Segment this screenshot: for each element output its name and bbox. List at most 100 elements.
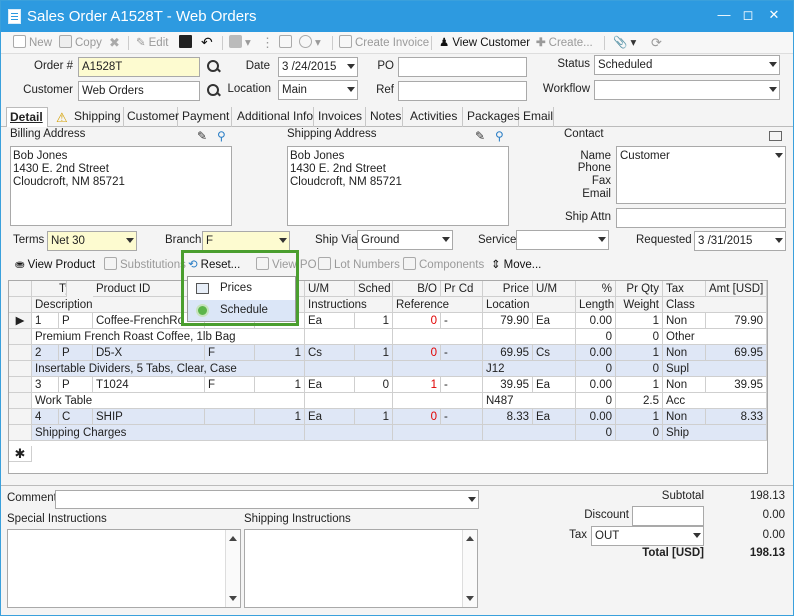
col-sched[interactable]: Sched	[355, 281, 393, 297]
product-id-cell[interactable]: SHIP	[93, 409, 205, 425]
flag-cell[interactable]: F	[205, 345, 255, 361]
minimize-icon[interactable]: —	[715, 6, 733, 24]
weight-cell[interactable]: 0	[616, 329, 663, 345]
menu-item-schedule[interactable]: Schedule	[188, 300, 295, 321]
class-cell[interactable]: Other	[663, 329, 767, 345]
prqty-cell[interactable]: 1	[616, 409, 663, 425]
class-cell[interactable]: Supl	[663, 361, 767, 377]
amount-cell[interactable]: 69.95	[706, 345, 767, 361]
contact-card-icon[interactable]	[769, 131, 782, 141]
location-cell[interactable]: J12	[483, 361, 576, 377]
shipping-address-box[interactable]: Bob Jones 1430 E. 2nd Street Cloudcroft,…	[287, 146, 509, 226]
type-cell[interactable]: P	[59, 377, 93, 393]
ref-field[interactable]	[398, 81, 527, 101]
sched-cell[interactable]: 1	[355, 345, 393, 361]
table-row-detail[interactable]: Insertable Dividers, 5 Tabs, Clear, Case…	[9, 361, 767, 377]
date-field[interactable]: 3 /24/2015	[278, 57, 358, 77]
type-cell[interactable]: P	[59, 313, 93, 329]
scroll-up-icon[interactable]	[229, 536, 237, 541]
col-location[interactable]: Location	[483, 297, 576, 313]
tab-packages[interactable]: Packages	[464, 107, 520, 127]
description-cell[interactable]: Premium French Roast Coffee, 1lb Bag	[32, 329, 305, 345]
tab-invoices[interactable]: Invoices	[315, 107, 366, 127]
tax-cell[interactable]: Non	[663, 313, 706, 329]
close-icon[interactable]: ✕	[765, 6, 783, 24]
col-length[interactable]: Length	[576, 297, 616, 313]
um2-cell[interactable]: Ea	[533, 313, 576, 329]
amount-cell[interactable]: 39.95	[706, 377, 767, 393]
prqty-cell[interactable]: 1	[616, 377, 663, 393]
bo-cell[interactable]: 0	[393, 313, 441, 329]
table-row[interactable]: 4 C SHIP 1 Ea 1 0-8.33 Ea 0.00 1 Non 8.33	[9, 409, 767, 425]
prcd-cell[interactable]: -	[441, 313, 483, 329]
percent-cell[interactable]: 0.00	[576, 409, 616, 425]
delete-icon[interactable]: ✖	[109, 35, 120, 51]
sched-cell[interactable]: 0	[355, 377, 393, 393]
prcd-cell[interactable]: -	[441, 409, 483, 425]
col-type[interactable]: Type	[32, 281, 67, 297]
instructions-cell[interactable]	[305, 425, 393, 441]
location-cell[interactable]	[483, 425, 576, 441]
sched-cell[interactable]: 1	[355, 409, 393, 425]
col-bo[interactable]: B/O	[393, 281, 441, 297]
tab-detail[interactable]: Detail	[6, 107, 48, 127]
um-cell[interactable]: Ea	[305, 313, 355, 329]
lot-numbers-button[interactable]: Lot Numbers	[318, 256, 400, 274]
bo-cell[interactable]: 0	[393, 409, 441, 425]
type-cell[interactable]: C	[59, 409, 93, 425]
amount-cell[interactable]: 79.90	[706, 313, 767, 329]
prcd-cell[interactable]: -	[441, 377, 483, 393]
terms-select[interactable]: Net 30	[47, 231, 137, 251]
tax-cell[interactable]: Non	[663, 345, 706, 361]
description-cell[interactable]: Work Table	[32, 393, 305, 409]
reference-cell[interactable]	[393, 329, 483, 345]
length-cell[interactable]: 0	[576, 361, 616, 377]
copy-button[interactable]: Copy	[59, 35, 102, 51]
tab-shipping[interactable]: ⚠ Shipping	[52, 107, 124, 127]
line-items-grid[interactable]: Type Product ID U/M Sched B/O Pr Cd Pric…	[8, 280, 768, 474]
create-dropdown-button[interactable]: ✚ Create...	[536, 35, 593, 51]
edit-button[interactable]: ✎ Edit	[136, 35, 168, 51]
customer-field[interactable]: Web Orders	[78, 81, 200, 101]
tax-code-select[interactable]: OUT	[591, 526, 704, 546]
col-um2[interactable]: U/M	[533, 281, 576, 297]
price-cell[interactable]: 69.95	[483, 345, 533, 361]
bo-cell[interactable]: 1	[393, 377, 441, 393]
ship-via-select[interactable]: Ground	[357, 230, 453, 250]
description-cell[interactable]: Insertable Dividers, 5 Tabs, Clear, Case	[32, 361, 305, 377]
col-percent[interactable]: %	[576, 281, 616, 297]
tab-payment[interactable]: Payment	[179, 107, 232, 127]
more-menu-icon[interactable]: ⋮	[261, 35, 274, 51]
qty-cell[interactable]: 1	[255, 409, 305, 425]
location-cell[interactable]: N487	[483, 393, 576, 409]
percent-cell[interactable]: 0.00	[576, 313, 616, 329]
special-instructions-field[interactable]	[7, 529, 241, 608]
edit-shipping-icon[interactable]: ✎	[475, 130, 487, 142]
scrollbar[interactable]	[225, 530, 240, 607]
tab-email[interactable]: Email	[520, 107, 554, 127]
col-weight[interactable]: Weight	[616, 297, 663, 313]
amount-cell[interactable]: 8.33	[706, 409, 767, 425]
table-row[interactable]: 2 P D5-X F 1 Cs 1 0-69.95 Cs 0.00 1 Non 69.95	[9, 345, 767, 361]
order-number-field[interactable]: A1528T	[78, 57, 200, 77]
table-row[interactable]: ▶ 1 P Coffee-FrenchRo Ea 1 0-79.90 Ea 0.00 1 Non 79…	[9, 313, 767, 329]
product-id-cell[interactable]: D5-X	[93, 345, 205, 361]
type-cell[interactable]: P	[59, 345, 93, 361]
col-prqty[interactable]: Pr Qty	[616, 281, 663, 297]
tax-cell[interactable]: Non	[663, 377, 706, 393]
prqty-cell[interactable]: 1	[616, 345, 663, 361]
menu-item-prices[interactable]: Prices	[188, 278, 295, 299]
save-icon[interactable]	[179, 35, 195, 51]
line-number-cell[interactable]: 1	[32, 313, 59, 329]
description-cell[interactable]: Shipping Charges	[32, 425, 305, 441]
weight-cell[interactable]: 2.5	[616, 393, 663, 409]
class-cell[interactable]: Ship	[663, 425, 767, 441]
tab-additional-info[interactable]: Additional Info	[234, 107, 314, 127]
line-number-cell[interactable]: 4	[32, 409, 59, 425]
line-number-cell[interactable]: 3	[32, 377, 59, 393]
reference-cell[interactable]	[393, 425, 483, 441]
prqty-cell[interactable]: 1	[616, 313, 663, 329]
shipping-map-pin-icon[interactable]: ⚲	[495, 130, 505, 142]
percent-cell[interactable]: 0.00	[576, 345, 616, 361]
view-customer-button[interactable]: ♟ View Customer	[439, 35, 530, 51]
